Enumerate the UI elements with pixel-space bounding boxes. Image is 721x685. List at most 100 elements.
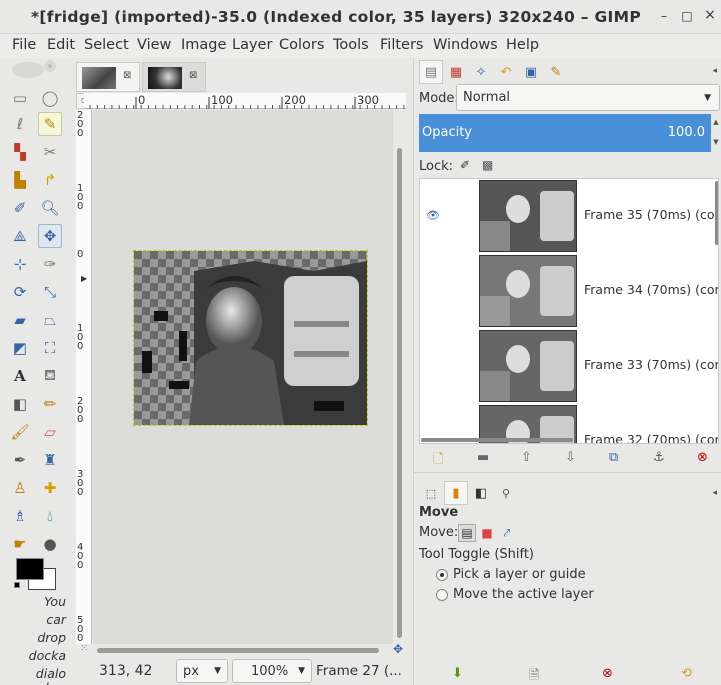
close-tab-icon[interactable]: ⊠: [189, 70, 197, 81]
blur-icon[interactable]: 💧︎: [38, 504, 62, 528]
layer-row[interactable]: Frame 33 (70ms) (comb: [420, 329, 718, 404]
blend-icon[interactable]: ◧: [8, 392, 32, 416]
tab-gradient[interactable]: ◧: [469, 481, 493, 505]
color-picker-icon[interactable]: ✐: [8, 196, 32, 220]
layer-row[interactable]: Frame 34 (70ms) (comb: [420, 254, 718, 329]
raise-layer-icon[interactable]: ⇧: [521, 450, 532, 465]
tab-paths[interactable]: ✧: [469, 60, 493, 84]
move-selection-icon[interactable]: ■: [478, 524, 496, 542]
lower-layer-icon[interactable]: ⇩: [565, 450, 576, 465]
eraser-icon[interactable]: ▱: [38, 420, 62, 444]
visibility-eye-icon[interactable]: 👁︎: [426, 209, 440, 222]
layers-list[interactable]: 👁︎ Frame 35 (70ms) (comb Frame 34 (70ms)…: [419, 178, 719, 444]
dock-menu-icon[interactable]: ◂: [712, 66, 717, 76]
opacity-spinner[interactable]: ▲ ▼: [711, 114, 721, 152]
pencil-icon[interactable]: ✏: [38, 392, 62, 416]
maximize-button[interactable]: □: [679, 9, 695, 23]
image-tab-other[interactable]: ⊠: [142, 62, 206, 92]
unit-selector[interactable]: px ▼: [176, 659, 228, 683]
image-layer[interactable]: [133, 250, 368, 426]
move-path-icon[interactable]: ⤤: [498, 524, 516, 542]
delete-layer-icon[interactable]: ⊗: [697, 450, 708, 465]
tab-tool-options[interactable]: ⬚: [419, 481, 443, 505]
paintbrush-icon[interactable]: 🖌︎: [8, 420, 32, 444]
fg-bg-colors[interactable]: [14, 556, 60, 592]
zoom-icon[interactable]: 🔍︎: [38, 196, 62, 220]
anchor-layer-icon[interactable]: ⚓: [653, 450, 665, 465]
cage-transform-icon[interactable]: ⛶: [38, 336, 62, 360]
free-select-icon[interactable]: ℓ: [8, 112, 32, 136]
reset-options-icon[interactable]: ⟲: [681, 666, 692, 681]
measure-icon[interactable]: ⟁: [8, 224, 32, 248]
option-move-active-layer[interactable]: Move the active layer: [436, 587, 594, 602]
tab-device-status[interactable]: ⚲: [494, 481, 518, 505]
layer-name[interactable]: Frame 33 (70ms) (comb: [584, 357, 718, 372]
layers-horizontal-scrollbar[interactable]: [419, 436, 711, 444]
rect-select-icon[interactable]: ▭: [8, 86, 32, 110]
horizontal-ruler[interactable]: 0 100 200 300: [84, 93, 406, 109]
smudge-icon[interactable]: ☛: [8, 532, 32, 556]
tab-fg-bg[interactable]: ▮: [444, 481, 468, 505]
menu-filters[interactable]: Filters: [380, 37, 423, 53]
menu-windows[interactable]: Windows: [433, 37, 498, 53]
shear-icon[interactable]: ▰: [8, 308, 32, 332]
tab-channels[interactable]: ▦: [444, 60, 468, 84]
scissors-icon[interactable]: ✂: [38, 140, 62, 164]
close-tab-icon[interactable]: ⊠: [123, 70, 131, 81]
menu-colors[interactable]: Colors: [279, 37, 324, 53]
tab-images[interactable]: ▣: [519, 60, 543, 84]
restore-options-icon[interactable]: 🗎︎: [529, 666, 539, 685]
select-by-color-icon[interactable]: ▚: [8, 140, 32, 164]
option-pick-layer[interactable]: Pick a layer or guide: [436, 567, 586, 582]
menu-file[interactable]: File: [12, 37, 36, 53]
paths-icon[interactable]: ↱: [38, 168, 62, 192]
move-layer-icon[interactable]: ▤: [458, 524, 476, 542]
airbrush-icon[interactable]: ✒: [8, 448, 32, 472]
tab-layers[interactable]: ▤: [419, 60, 443, 84]
menu-help[interactable]: Help: [506, 37, 539, 53]
bucket-fill-icon[interactable]: ⛾: [38, 364, 62, 388]
fuzzy-select-icon[interactable]: ✎: [38, 112, 62, 136]
duplicate-layer-icon[interactable]: ⧉: [609, 450, 618, 465]
lock-alpha-icon[interactable]: ▩: [482, 158, 493, 172]
heal-icon[interactable]: ✚: [38, 476, 62, 500]
perspective-icon[interactable]: ⏢: [38, 308, 62, 332]
lock-pixels-icon[interactable]: ✐: [460, 158, 470, 172]
image-tab-fridge[interactable]: ⊠: [76, 62, 140, 92]
canvas-vertical-scrollbar[interactable]: [394, 110, 406, 644]
mode-select[interactable]: Normal ▼: [456, 84, 720, 111]
menu-tools[interactable]: Tools: [333, 37, 369, 53]
foreground-select-icon[interactable]: ▙: [8, 168, 32, 192]
new-layer-group-icon[interactable]: ▬: [477, 450, 489, 465]
vertical-ruler[interactable]: 2 0 0 1 0 0 0 1 0 0 2 0 0 3 0 0 4 0 0 5 …: [76, 110, 92, 644]
dock-menu-icon[interactable]: ◂: [712, 488, 717, 498]
layer-name[interactable]: Frame 34 (70ms) (comb: [584, 282, 718, 297]
dodge-burn-icon[interactable]: ●: [38, 532, 62, 556]
new-layer-icon[interactable]: 🗋︎: [433, 450, 443, 472]
canvas-horizontal-scrollbar[interactable]: [93, 645, 393, 655]
delete-options-icon[interactable]: ⊗: [602, 666, 613, 681]
foreground-color-swatch[interactable]: [16, 558, 44, 580]
save-options-icon[interactable]: ⬇: [452, 666, 463, 681]
ink-icon[interactable]: ♜: [38, 448, 62, 472]
opacity-slider[interactable]: Opacity 100.0: [419, 114, 711, 152]
perspective-clone-icon[interactable]: ♗: [8, 504, 32, 528]
default-colors-icon[interactable]: [14, 582, 20, 588]
rotate-icon[interactable]: ⟳: [8, 280, 32, 304]
menu-select[interactable]: Select: [84, 37, 129, 53]
menu-image[interactable]: Image: [181, 37, 226, 53]
text-tool-icon[interactable]: A: [8, 364, 32, 388]
zoom-selector[interactable]: 100% ▼: [232, 659, 312, 683]
flip-icon[interactable]: ◩: [8, 336, 32, 360]
crop-icon[interactable]: ✑: [38, 252, 62, 276]
menu-edit[interactable]: Edit: [47, 37, 75, 53]
align-icon[interactable]: ⊹: [8, 252, 32, 276]
layer-row[interactable]: 👁︎ Frame 35 (70ms) (comb: [420, 179, 718, 254]
clone-icon[interactable]: ♙: [8, 476, 32, 500]
tab-brushes[interactable]: ✎: [544, 60, 568, 84]
minimize-button[interactable]: –: [656, 9, 672, 23]
move-tool-icon[interactable]: ✥: [38, 224, 62, 248]
tab-undo[interactable]: ↶: [494, 60, 518, 84]
menu-view[interactable]: View: [137, 37, 171, 53]
scale-icon[interactable]: ⤡: [38, 280, 62, 304]
